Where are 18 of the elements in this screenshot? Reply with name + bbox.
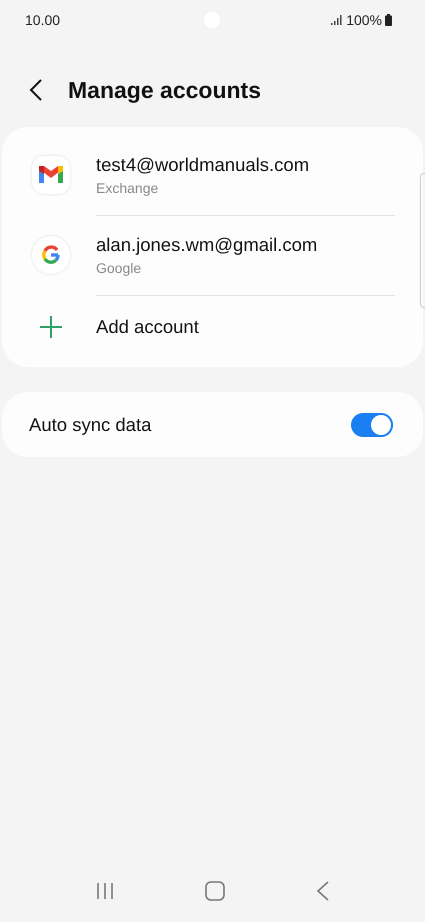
- account-type: Exchange: [96, 180, 160, 196]
- account-item[interactable]: alan.jones.wm@gmail.com Google: [2, 215, 423, 295]
- signal-icon: [331, 15, 344, 25]
- home-button[interactable]: [205, 881, 226, 901]
- toggle-switch[interactable]: [351, 412, 393, 436]
- page-title: Manage accounts: [68, 76, 261, 104]
- back-nav-button[interactable]: [316, 881, 330, 901]
- add-account-item[interactable]: Add account: [2, 295, 423, 359]
- battery-icon: [385, 14, 392, 26]
- account-type: Google: [96, 260, 142, 276]
- plus-icon: [39, 315, 63, 339]
- battery-percent: 100%: [346, 12, 382, 28]
- recent-apps-button[interactable]: [95, 882, 116, 900]
- account-item[interactable]: test4@worldmanuals.com Exchange: [2, 135, 423, 215]
- mail-app-icon: [32, 156, 70, 194]
- status-time: 10.00: [25, 12, 60, 28]
- google-app-icon: [32, 236, 70, 274]
- setting-label: Auto sync data: [29, 414, 152, 436]
